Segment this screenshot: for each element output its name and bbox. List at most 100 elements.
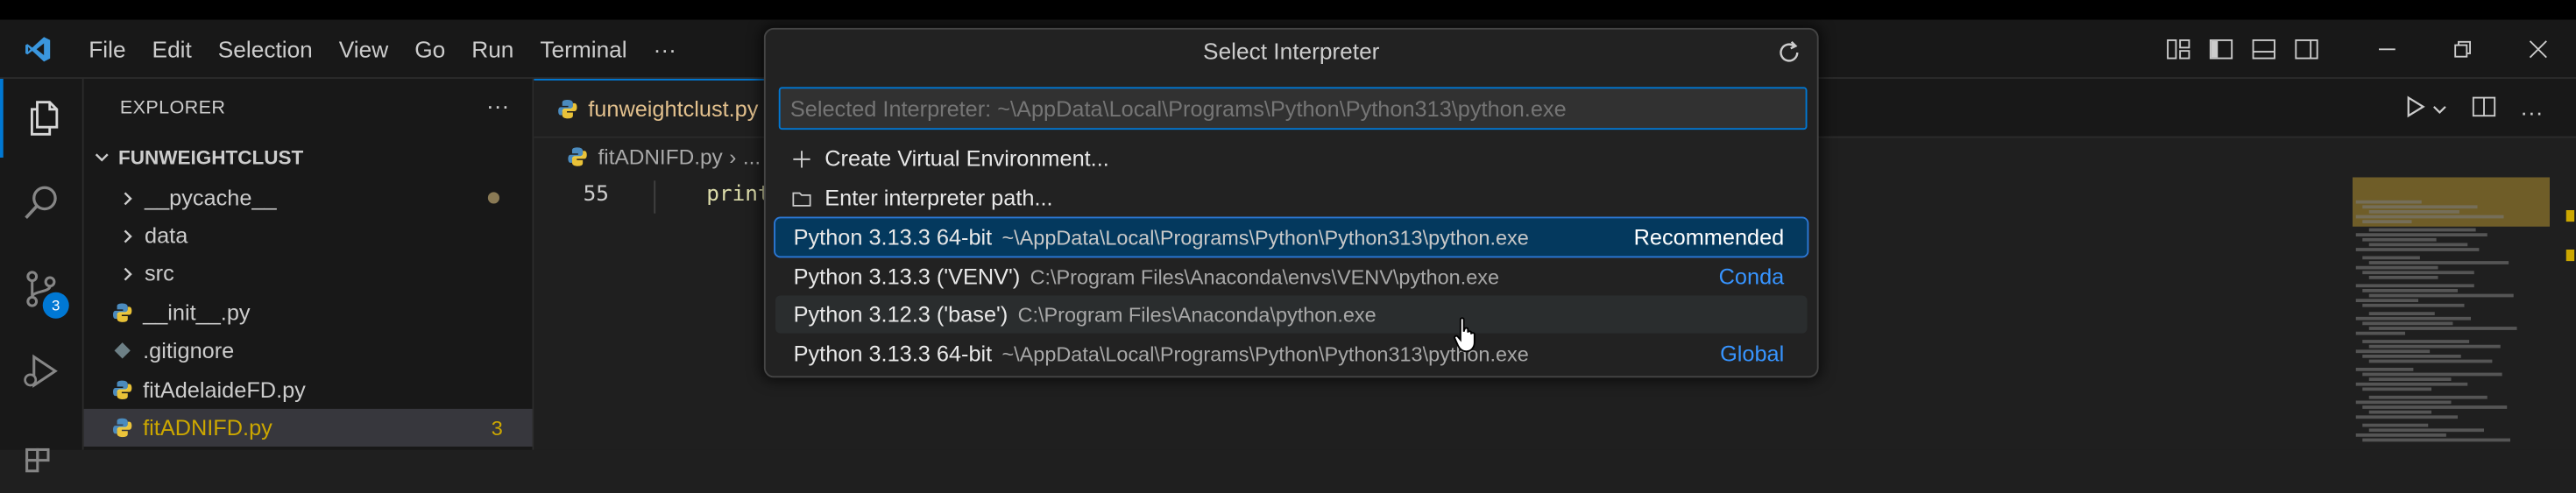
minimap-line bbox=[2362, 303, 2465, 306]
run-debug-icon[interactable] bbox=[0, 332, 82, 411]
search-icon[interactable] bbox=[0, 165, 82, 243]
interpreter-item-venv[interactable]: Python 3.13.3 ('VENV') C:\Program Files\… bbox=[775, 257, 1808, 295]
minimap-line bbox=[2355, 316, 2471, 320]
python-file-icon bbox=[112, 302, 133, 323]
breadcrumb-symbol[interactable]: ... bbox=[743, 144, 761, 169]
create-venv-item[interactable]: Create Virtual Environment... bbox=[775, 139, 1808, 177]
menu-edit[interactable]: Edit bbox=[139, 35, 205, 61]
explorer-icon[interactable] bbox=[0, 79, 86, 158]
title-bar-controls bbox=[2157, 20, 2576, 78]
interpreter-search-input[interactable] bbox=[778, 87, 1808, 130]
tree-item-label: .gitignore bbox=[143, 338, 235, 363]
explorer-sidebar: EXPLORER ··· FUNWEIGHTCLUST __pycache__ … bbox=[83, 79, 534, 450]
minimap-line bbox=[2355, 400, 2452, 404]
minimap-line bbox=[2355, 368, 2414, 370]
vscode-logo-icon bbox=[0, 33, 75, 63]
interpreter-label: Python 3.12.3 ('base') bbox=[793, 302, 1008, 327]
run-python-file-icon[interactable] bbox=[2402, 94, 2428, 128]
menu-go[interactable]: Go bbox=[401, 35, 458, 61]
minimap-line bbox=[2362, 321, 2453, 325]
extensions-icon[interactable] bbox=[0, 414, 82, 493]
minimap-line bbox=[2362, 387, 2431, 391]
problem-count-badge: 3 bbox=[491, 416, 503, 440]
enter-interpreter-path-item[interactable]: Enter interpreter path... bbox=[775, 179, 1808, 216]
minimap-line bbox=[2362, 355, 2461, 357]
chevron-right-icon bbox=[117, 265, 139, 282]
split-editor-icon[interactable] bbox=[2471, 94, 2497, 128]
tree-item-gitignore[interactable]: .gitignore bbox=[84, 332, 533, 370]
tree-item-init[interactable]: __init__.py bbox=[84, 294, 533, 332]
minimap-line bbox=[2368, 327, 2517, 329]
minimap-line bbox=[2368, 261, 2509, 264]
tab-label: funweightclust.py bbox=[588, 95, 759, 121]
select-interpreter-quickpick: Select Interpreter Create Virtual Enviro… bbox=[763, 27, 1819, 378]
modified-dot bbox=[487, 192, 499, 204]
qp-action-label: Create Virtual Environment... bbox=[824, 145, 1109, 171]
minimap-line bbox=[2368, 359, 2493, 363]
minimap-line bbox=[2355, 331, 2405, 335]
explorer-more-button[interactable]: ··· bbox=[486, 92, 509, 118]
tree-item-data[interactable]: data bbox=[84, 217, 533, 255]
minimap-line bbox=[2368, 276, 2438, 278]
minimap-line bbox=[2368, 293, 2514, 297]
tree-item-fitadelaidefd[interactable]: fitAdelaideFD.py bbox=[84, 371, 533, 409]
menu-file[interactable]: File bbox=[75, 35, 138, 61]
menu-selection[interactable]: Selection bbox=[205, 35, 326, 61]
minimap[interactable] bbox=[2343, 177, 2557, 450]
indent-guide bbox=[654, 180, 656, 214]
chevron-right-icon bbox=[117, 228, 139, 244]
tree-item-label: fitADNIFD.py bbox=[143, 415, 272, 440]
minimap-line bbox=[2355, 215, 2504, 218]
menu-bar: File Edit Selection View Go Run Terminal… bbox=[75, 35, 690, 61]
activity-bar: 3 bbox=[0, 79, 86, 473]
customize-layout-icon[interactable] bbox=[2159, 29, 2198, 68]
plus-icon bbox=[792, 147, 812, 170]
interpreter-item-base[interactable]: Python 3.12.3 ('base') C:\Program Files\… bbox=[775, 295, 1808, 334]
editor-more-actions-icon[interactable]: ··· bbox=[2520, 98, 2543, 124]
tree-item-fitadnifd[interactable]: fitADNIFD.py 3 bbox=[83, 408, 533, 447]
toggle-primary-sidebar-icon[interactable] bbox=[2202, 29, 2241, 68]
minimap-line bbox=[2362, 205, 2478, 208]
source-control-icon[interactable]: 3 bbox=[0, 250, 82, 328]
menu-more[interactable]: ··· bbox=[640, 35, 690, 61]
tree-item-label: __pycache__ bbox=[145, 185, 277, 210]
top-strip bbox=[0, 0, 2576, 20]
menu-run[interactable]: Run bbox=[458, 35, 527, 61]
tree-item-pycache[interactable]: __pycache__ bbox=[84, 179, 533, 216]
restore-icon[interactable] bbox=[2425, 20, 2501, 78]
tree-item-label: src bbox=[145, 261, 174, 286]
interpreter-label: Python 3.13.3 ('VENV') bbox=[793, 264, 1021, 289]
breadcrumb-file[interactable]: fitADNIFD.py bbox=[598, 144, 723, 169]
menu-view[interactable]: View bbox=[326, 35, 401, 61]
workspace-folder-header[interactable]: FUNWEIGHTCLUST bbox=[90, 146, 303, 169]
minimap-line bbox=[2368, 410, 2431, 413]
toggle-panel-icon[interactable] bbox=[2244, 29, 2283, 68]
interpreter-item-global[interactable]: Python 3.13.3 64-bit ~\AppData\Local\Pro… bbox=[775, 335, 1808, 373]
qp-action-label: Enter interpreter path... bbox=[824, 185, 1053, 210]
minimap-line bbox=[2368, 395, 2488, 398]
interpreter-path: ~\AppData\Local\Programs\Python\Python31… bbox=[1001, 342, 1529, 366]
breadcrumb: fitADNIFD.py › ... bbox=[567, 144, 761, 169]
interpreter-item-python313-recommended[interactable]: Python 3.13.3 64-bit ~\AppData\Local\Pro… bbox=[774, 216, 1809, 258]
interpreter-label: Python 3.13.3 64-bit bbox=[793, 224, 993, 250]
tree-item-label: __init__.py bbox=[143, 300, 251, 326]
interpreter-label: Python 3.13.3 64-bit bbox=[793, 342, 993, 367]
minimap-line bbox=[2362, 237, 2437, 241]
breadcrumb-separator: › bbox=[729, 144, 737, 170]
minimize-icon[interactable] bbox=[2349, 20, 2424, 78]
menu-terminal[interactable]: Terminal bbox=[527, 35, 640, 61]
minimap-line bbox=[2368, 377, 2452, 381]
minimap-line bbox=[2355, 200, 2422, 203]
tree-item-src[interactable]: src bbox=[84, 255, 533, 292]
tree-item-label: data bbox=[145, 223, 188, 249]
hand-cursor-icon bbox=[1453, 315, 1483, 363]
minimap-line bbox=[2368, 344, 2501, 348]
refresh-icon[interactable] bbox=[1771, 34, 1807, 70]
run-options-chevron-icon[interactable] bbox=[2431, 96, 2448, 126]
tab-funweightclust[interactable]: funweightclust.py bbox=[534, 79, 781, 137]
interpreter-path: C:\Program Files\Anaconda\envs\VENV\pyth… bbox=[1030, 264, 1500, 289]
toggle-secondary-sidebar-icon[interactable] bbox=[2287, 29, 2326, 68]
close-icon[interactable] bbox=[2501, 20, 2576, 78]
python-file-icon bbox=[557, 98, 578, 119]
minimap-line bbox=[2368, 210, 2459, 213]
